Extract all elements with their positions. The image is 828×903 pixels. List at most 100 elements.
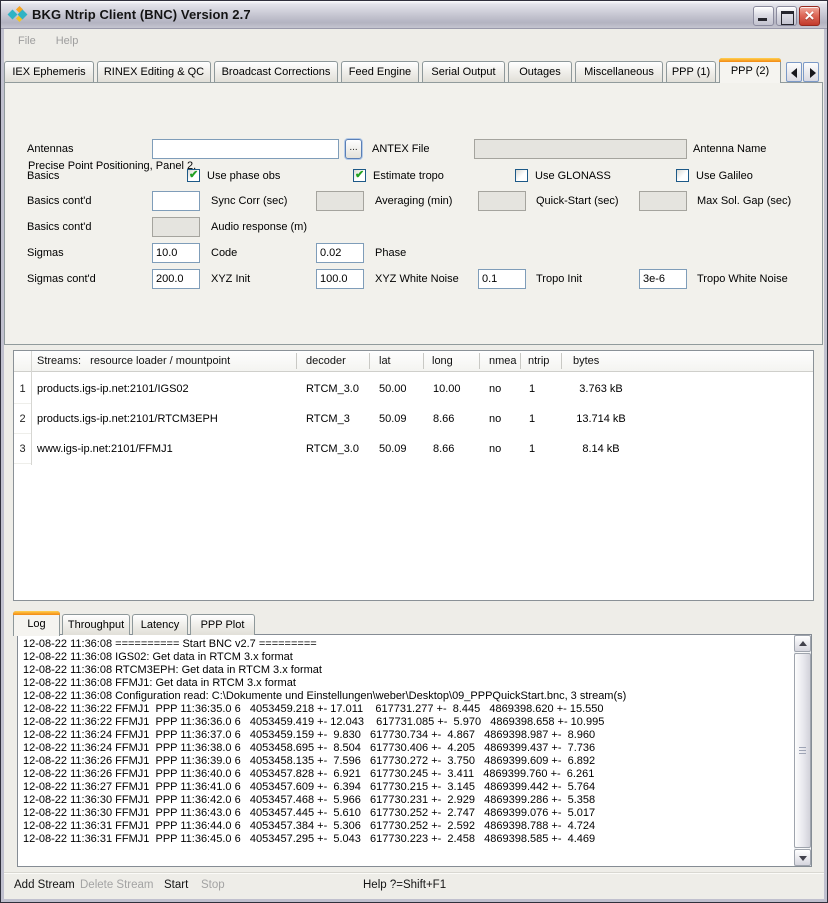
basics-label: Basics <box>27 166 59 186</box>
top-tab-bar: IEX Ephemeris RINEX Editing & QC Broadca… <box>4 58 781 82</box>
tab-latency[interactable]: Latency <box>132 614 188 635</box>
tab-ppp-plot[interactable]: PPP Plot <box>190 614 255 635</box>
stream-row[interactable]: 1 products.igs-ip.net:2101/IGS02 RTCM_3.… <box>14 374 813 404</box>
tab-throughput[interactable]: Throughput <box>62 614 130 635</box>
tab-ppp-2[interactable]: PPP (2) <box>719 58 781 83</box>
cell-lat: 50.00 <box>379 374 407 404</box>
scroll-down-button[interactable] <box>794 849 811 866</box>
tropo-init-label: Tropo Init <box>536 269 582 289</box>
log-line: 12-08-22 11:36:24 FFMJ1 PPP 11:36:37.0 6… <box>23 729 791 742</box>
minimize-button[interactable] <box>753 6 774 26</box>
antennas-label: Antennas <box>27 139 73 159</box>
cell-long: 8.66 <box>433 434 454 464</box>
log-scrollbar[interactable] <box>794 635 811 866</box>
tab-miscellaneous[interactable]: Miscellaneous <box>575 61 663 82</box>
tab-feed-engine[interactable]: Feed Engine <box>341 61 419 82</box>
tab-log[interactable]: Log <box>13 611 60 636</box>
streams-table: Streams: resource loader / mountpoint de… <box>13 350 814 601</box>
log-line: 12-08-22 11:36:27 FFMJ1 PPP 11:36:41.0 6… <box>23 781 791 794</box>
sigma-phase-input[interactable] <box>316 243 364 263</box>
cell-ntrip: 1 <box>529 434 535 464</box>
use-phase-obs-label: Use phase obs <box>207 166 280 186</box>
cell-bytes: 3.763 kB <box>561 374 641 404</box>
delete-stream-button: Delete Stream <box>78 879 156 891</box>
scroll-thumb[interactable] <box>794 653 811 848</box>
cell-long: 10.00 <box>433 374 461 404</box>
stream-row[interactable]: 3 www.igs-ip.net:2101/FFMJ1 RTCM_3.0 50.… <box>14 434 813 464</box>
app-window: BKG Ntrip Client (BNC) Version 2.7 File … <box>0 0 828 903</box>
log-line: 12-08-22 11:36:08 Configuration read: C:… <box>23 690 791 703</box>
cell-lat: 50.09 <box>379 434 407 464</box>
window-title: BKG Ntrip Client (BNC) Version 2.7 <box>32 7 251 22</box>
maximize-button[interactable] <box>776 6 797 26</box>
audio-response-input <box>152 217 200 237</box>
sigmas-label: Sigmas <box>27 243 64 263</box>
cell-lat: 50.09 <box>379 404 407 434</box>
antex-file-label: ANTEX File <box>372 139 429 159</box>
log-line: 12-08-22 11:36:30 FFMJ1 PPP 11:36:43.0 6… <box>23 807 791 820</box>
xyz-init-input[interactable] <box>152 269 200 289</box>
estimate-tropo-checkbox[interactable] <box>353 169 366 182</box>
log-line: 12-08-22 11:36:08 IGS02: Get data in RTC… <box>23 651 791 664</box>
menu-item-help[interactable]: Help <box>48 32 87 50</box>
tab-ppp-1[interactable]: PPP (1) <box>666 61 716 82</box>
browse-antennas-button[interactable]: ... <box>345 139 362 159</box>
scroll-up-button[interactable] <box>794 635 811 652</box>
tropo-white-noise-input[interactable] <box>639 269 687 289</box>
log-text: 12-08-22 11:36:08 ========== Start BNC v… <box>23 638 791 846</box>
cell-nmea: no <box>489 434 501 464</box>
header-lat: lat <box>379 351 391 372</box>
close-button[interactable] <box>799 6 820 26</box>
start-button[interactable]: Start <box>162 879 190 891</box>
max-sol-gap-label: Max Sol. Gap (sec) <box>697 191 791 211</box>
quick-start-input <box>478 191 526 211</box>
header-bytes: bytes <box>573 351 599 372</box>
antennas-input[interactable] <box>152 139 339 159</box>
sync-corr-input[interactable] <box>152 191 200 211</box>
cell-bytes: 8.14 kB <box>561 434 641 464</box>
xyz-white-noise-input[interactable] <box>316 269 364 289</box>
tab-scroll-left-button[interactable] <box>786 62 802 82</box>
tab-rinex-editing-qc[interactable]: RINEX Editing & QC <box>97 61 211 82</box>
tropo-white-noise-label: Tropo White Noise <box>697 269 788 289</box>
use-glonass-checkbox[interactable] <box>515 169 528 182</box>
add-stream-button[interactable]: Add Stream <box>12 879 77 891</box>
tab-outages[interactable]: Outages <box>508 61 572 82</box>
xyz-init-label: XYZ Init <box>211 269 250 289</box>
log-line: 12-08-22 11:36:22 FFMJ1 PPP 11:36:35.0 6… <box>23 703 791 716</box>
use-galileo-checkbox[interactable] <box>676 169 689 182</box>
sigma-phase-label: Phase <box>375 243 406 263</box>
header-decoder: decoder <box>306 351 346 372</box>
tab-rinex-ephemeris[interactable]: IEX Ephemeris <box>4 61 94 82</box>
stream-row[interactable]: 2 products.igs-ip.net:2101/RTCM3EPH RTCM… <box>14 404 813 434</box>
header-streams: Streams: resource loader / mountpoint <box>37 351 230 372</box>
header-ntrip: ntrip <box>528 351 549 372</box>
tab-scroll-right-button[interactable] <box>803 62 819 82</box>
tab-serial-output[interactable]: Serial Output <box>422 61 505 82</box>
cell-mountpoint: products.igs-ip.net:2101/IGS02 <box>37 374 189 404</box>
log-line: 12-08-22 11:36:08 ========== Start BNC v… <box>23 638 791 651</box>
basics-contd2-label: Basics cont'd <box>27 217 91 237</box>
cell-nmea: no <box>489 404 501 434</box>
antex-file-input <box>474 139 687 159</box>
log-line: 12-08-22 11:36:22 FFMJ1 PPP 11:36:36.0 6… <box>23 716 791 729</box>
log-line: 12-08-22 11:36:26 FFMJ1 PPP 11:36:40.0 6… <box>23 768 791 781</box>
sigma-code-input[interactable] <box>152 243 200 263</box>
use-glonass-label: Use GLONASS <box>535 166 611 186</box>
menu-item-file[interactable]: File <box>10 32 44 50</box>
log-line: 12-08-22 11:36:24 FFMJ1 PPP 11:36:38.0 6… <box>23 742 791 755</box>
tab-broadcast-corrections[interactable]: Broadcast Corrections <box>214 61 338 82</box>
tropo-init-input[interactable] <box>478 269 526 289</box>
log-line: 12-08-22 11:36:08 FFMJ1: Get data in RTC… <box>23 677 791 690</box>
cell-mountpoint: www.igs-ip.net:2101/FFMJ1 <box>37 434 173 464</box>
stop-button: Stop <box>199 879 227 891</box>
header-nmea: nmea <box>489 351 517 372</box>
use-phase-obs-checkbox[interactable] <box>187 169 200 182</box>
log-line: 12-08-22 11:36:30 FFMJ1 PPP 11:36:42.0 6… <box>23 794 791 807</box>
cell-ntrip: 1 <box>529 404 535 434</box>
cell-bytes: 13.714 kB <box>561 404 641 434</box>
bottom-tab-bar: Log Throughput Latency PPP Plot <box>13 611 255 635</box>
log-line: 12-08-22 11:36:08 RTCM3EPH: Get data in … <box>23 664 791 677</box>
audio-response-label: Audio response (m) <box>211 217 307 237</box>
basics-contd-label: Basics cont'd <box>27 191 91 211</box>
